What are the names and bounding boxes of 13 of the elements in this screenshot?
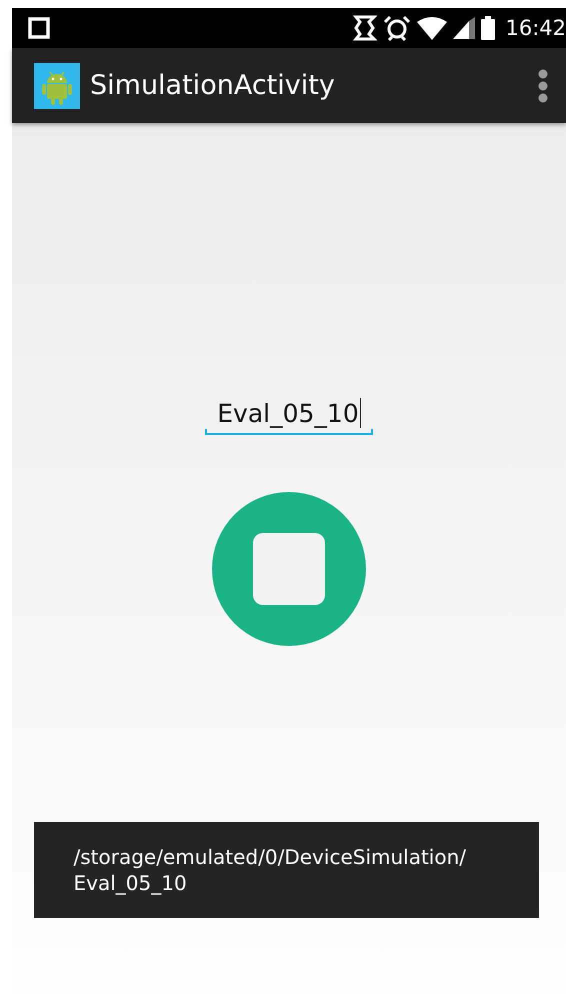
robot-app-icon (34, 62, 80, 108)
more-options-icon[interactable] (538, 68, 548, 102)
battery-icon (481, 16, 496, 40)
name-input-field[interactable]: Eval_05_10 (205, 393, 373, 435)
clock-time: 16:42 (505, 16, 566, 40)
stop-icon (253, 533, 325, 605)
app-title: SimulationActivity (90, 70, 336, 101)
signal-icon (453, 17, 476, 39)
wifi-icon (417, 16, 448, 40)
hourglass-icon (353, 15, 378, 41)
alarm-icon (383, 15, 412, 41)
saved-path-text: /storage/emulated/0/DeviceSimulation/Eval_05_10 (74, 844, 468, 896)
notification-square-icon (28, 17, 50, 39)
